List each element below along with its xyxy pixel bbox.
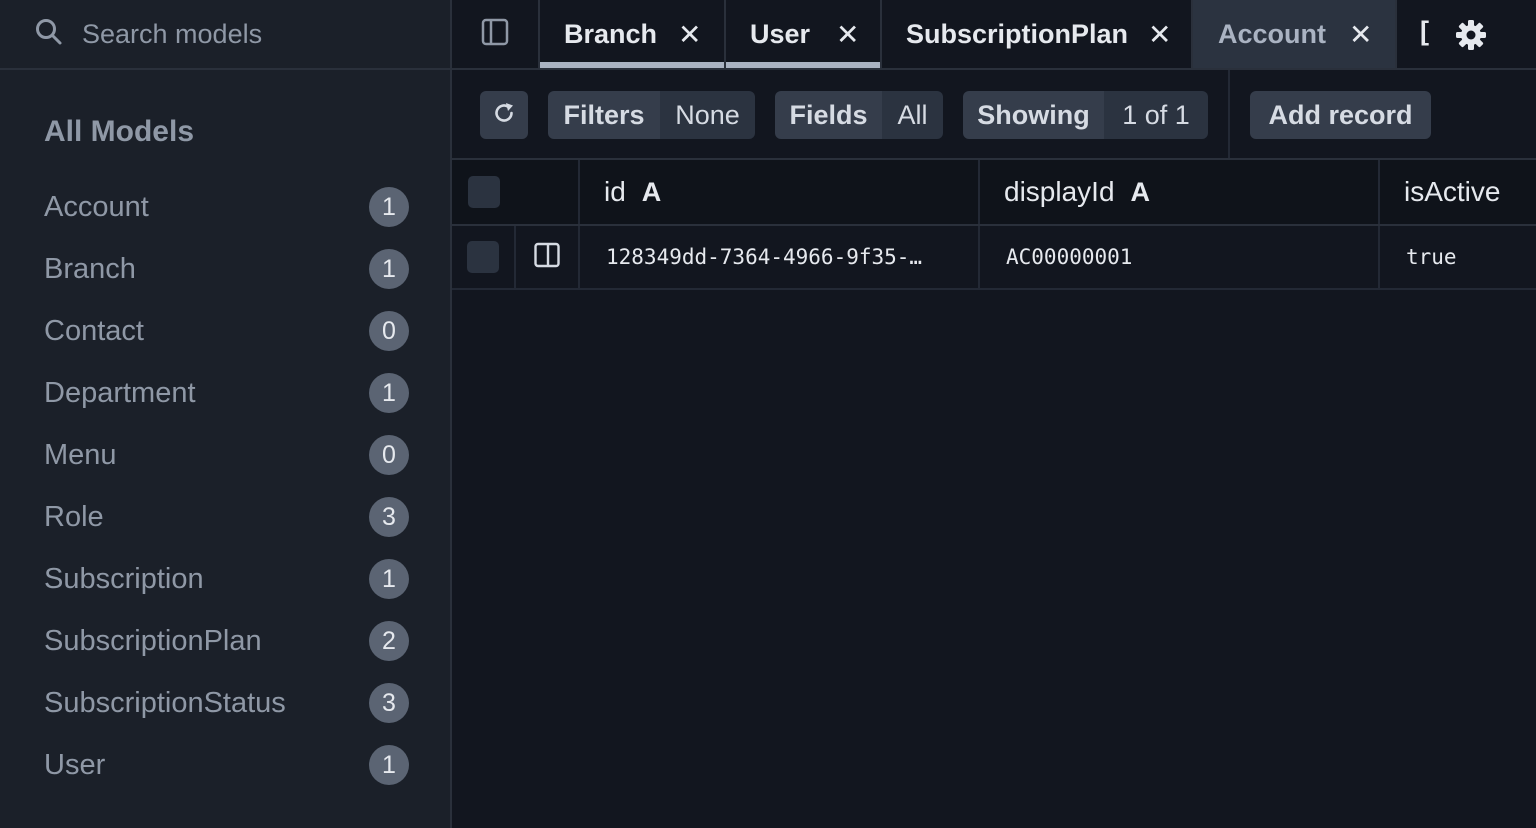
search-bar bbox=[0, 0, 450, 70]
model-name: Menu bbox=[44, 438, 117, 471]
search-models-input[interactable] bbox=[82, 18, 442, 50]
fields-label: Fields bbox=[775, 91, 882, 139]
tab-user[interactable]: User ✕ bbox=[726, 0, 882, 68]
close-icon[interactable]: ✕ bbox=[678, 18, 701, 51]
record-count-badge: 1 bbox=[369, 187, 409, 227]
select-all-checkbox[interactable] bbox=[468, 176, 500, 208]
refresh-button[interactable] bbox=[480, 91, 528, 139]
column-type-icon: A bbox=[1130, 176, 1151, 207]
tab-overflow[interactable]: [ bbox=[1420, 16, 1429, 47]
filters-value: None bbox=[660, 91, 755, 139]
tab-label: SubscriptionPlan bbox=[906, 18, 1129, 49]
panel-icon bbox=[533, 241, 561, 274]
model-item-account[interactable]: Account 1 bbox=[0, 176, 450, 238]
column-name: displayId bbox=[1004, 176, 1115, 207]
record-count-badge: 3 bbox=[369, 497, 409, 537]
tab-bar: Branch ✕ User ✕ SubscriptionPlan ✕ Accou… bbox=[452, 0, 1536, 70]
close-icon[interactable]: ✕ bbox=[1349, 18, 1372, 51]
record-count-badge: 0 bbox=[369, 435, 409, 475]
model-name: Department bbox=[44, 376, 196, 409]
model-item-subscription[interactable]: Subscription 1 bbox=[0, 548, 450, 610]
showing-label: Showing bbox=[963, 91, 1104, 139]
cell-value: true bbox=[1406, 245, 1457, 269]
model-list: Account 1 Branch 1 Contact 0 Department 1 Me… bbox=[0, 176, 450, 796]
model-name: Subscription bbox=[44, 562, 204, 595]
model-name: SubscriptionStatus bbox=[44, 686, 286, 719]
toolbar-divider bbox=[1228, 70, 1230, 158]
showing-value: 1 of 1 bbox=[1104, 91, 1208, 139]
row-select-cell bbox=[452, 226, 516, 288]
close-icon[interactable]: ✕ bbox=[1148, 18, 1171, 51]
record-count-badge: 1 bbox=[369, 373, 409, 413]
model-item-subscriptionstatus[interactable]: SubscriptionStatus 3 bbox=[0, 672, 450, 734]
cell-displayid[interactable]: AC00000001 bbox=[980, 226, 1380, 288]
tab-subscriptionplan[interactable]: SubscriptionPlan ✕ bbox=[882, 0, 1193, 68]
cell-id[interactable]: 128349dd-7364-4966-9f35-… bbox=[580, 226, 980, 288]
model-item-user[interactable]: User 1 bbox=[0, 734, 450, 796]
model-item-branch[interactable]: Branch 1 bbox=[0, 238, 450, 300]
filters-control[interactable]: Filters None bbox=[548, 91, 755, 139]
cell-value: AC00000001 bbox=[1006, 245, 1133, 269]
open-record-button[interactable] bbox=[516, 226, 580, 288]
tab-label: Account bbox=[1218, 18, 1326, 49]
fields-value: All bbox=[882, 91, 943, 139]
sidebar-toggle-button[interactable] bbox=[452, 0, 540, 68]
select-all-cell bbox=[452, 160, 580, 224]
tab-branch[interactable]: Branch ✕ bbox=[540, 0, 726, 68]
record-count-badge: 1 bbox=[369, 249, 409, 289]
models-sidebar: All Models Account 1 Branch 1 Contact 0 Dep… bbox=[0, 0, 452, 828]
column-name: id bbox=[604, 176, 626, 207]
model-name: Branch bbox=[44, 252, 136, 285]
table-header: id A displayId A isActive bbox=[452, 160, 1536, 226]
model-name: Account bbox=[44, 190, 149, 223]
record-count-badge: 0 bbox=[369, 311, 409, 351]
record-count-badge: 3 bbox=[369, 683, 409, 723]
model-item-department[interactable]: Department 1 bbox=[0, 362, 450, 424]
model-name: User bbox=[44, 748, 106, 781]
column-type-icon: A bbox=[641, 176, 662, 207]
search-icon bbox=[34, 17, 64, 52]
model-name: Contact bbox=[44, 314, 144, 347]
column-header-isactive[interactable]: isActive bbox=[1380, 160, 1536, 224]
record-count-badge: 1 bbox=[369, 745, 409, 785]
showing-control[interactable]: Showing 1 of 1 bbox=[963, 91, 1208, 139]
gear-icon[interactable] bbox=[1454, 18, 1488, 52]
model-item-menu[interactable]: Menu 0 bbox=[0, 424, 450, 486]
sidebar-toggle-icon bbox=[480, 17, 510, 52]
filters-label: Filters bbox=[548, 91, 660, 139]
column-header-displayid[interactable]: displayId A bbox=[980, 160, 1380, 224]
model-item-subscriptionplan[interactable]: SubscriptionPlan 2 bbox=[0, 610, 450, 672]
cell-isactive[interactable]: true bbox=[1380, 226, 1536, 288]
model-item-role[interactable]: Role 3 bbox=[0, 486, 450, 548]
refresh-icon bbox=[491, 100, 517, 131]
add-record-button[interactable]: Add record bbox=[1250, 91, 1431, 139]
model-name: SubscriptionPlan bbox=[44, 624, 262, 657]
model-name: Role bbox=[44, 500, 104, 533]
tab-label: User bbox=[750, 18, 811, 49]
column-header-id[interactable]: id A bbox=[580, 160, 980, 224]
column-name: isActive bbox=[1404, 176, 1501, 207]
tab-account[interactable]: Account ✕ bbox=[1193, 0, 1397, 68]
record-count-badge: 2 bbox=[369, 621, 409, 661]
table-row[interactable]: 128349dd-7364-4966-9f35-… AC00000001 tru… bbox=[452, 226, 1536, 290]
cell-value: 128349dd-7364-4966-9f35-… bbox=[606, 245, 923, 269]
all-models-heading: All Models bbox=[44, 115, 195, 148]
row-checkbox[interactable] bbox=[467, 241, 499, 273]
tab-label: Branch bbox=[564, 18, 658, 49]
fields-control[interactable]: Fields All bbox=[775, 91, 943, 139]
record-count-badge: 1 bbox=[369, 559, 409, 599]
close-icon[interactable]: ✕ bbox=[836, 18, 859, 51]
model-item-contact[interactable]: Contact 0 bbox=[0, 300, 450, 362]
toolbar: Filters None Fields All Showing 1 of 1 A… bbox=[452, 70, 1536, 160]
